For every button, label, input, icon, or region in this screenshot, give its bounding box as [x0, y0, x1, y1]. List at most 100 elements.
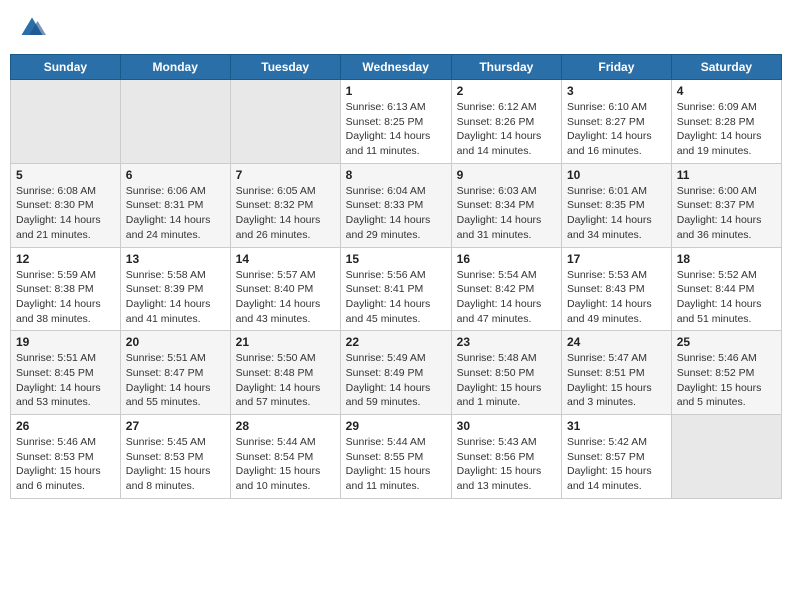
calendar-cell: 26Sunrise: 5:46 AM Sunset: 8:53 PM Dayli…	[11, 415, 121, 499]
day-number: 7	[236, 168, 335, 182]
day-number: 18	[677, 252, 776, 266]
calendar-cell: 7 Sunrise: 6:05 AM Sunset: 8:32 PM Daylig…	[230, 163, 340, 247]
calendar-cell: 31 Sunrise: 5:42 AM Sunset: 8:57 PM Dayli…	[562, 415, 672, 499]
calendar-cell	[230, 80, 340, 164]
day-info: Sunrise: 5:42 AM Sunset: 8:57 PM Dayligh…	[567, 435, 666, 494]
calendar-cell: 19Sunrise: 5:51 AM Sunset: 8:45 PM Dayli…	[11, 331, 121, 415]
day-info: Sunrise: 6:03 AM Sunset: 8:34 PM Dayligh…	[457, 184, 556, 243]
day-number: 16	[457, 252, 556, 266]
day-of-week-header: Saturday	[671, 55, 781, 80]
day-number: 29	[346, 419, 446, 433]
calendar-cell	[120, 80, 230, 164]
calendar-cell: 5 Sunrise: 6:08 AM Sunset: 8:30 PM Daylig…	[11, 163, 121, 247]
day-number: 10	[567, 168, 666, 182]
day-info: Sunrise: 6:06 AM Sunset: 8:31 PM Dayligh…	[126, 184, 225, 243]
calendar-header-row: SundayMondayTuesdayWednesdayThursdayFrid…	[11, 55, 782, 80]
calendar-cell: 14 Sunrise: 5:57 AM Sunset: 8:40 PM Dayli…	[230, 247, 340, 331]
day-info: Sunrise: 5:44 AM Sunset: 8:54 PM Dayligh…	[236, 435, 335, 494]
calendar-cell: 18 Sunrise: 5:52 AM Sunset: 8:44 PM Dayli…	[671, 247, 781, 331]
day-of-week-header: Wednesday	[340, 55, 451, 80]
day-info: Sunrise: 6:01 AM Sunset: 8:35 PM Dayligh…	[567, 184, 666, 243]
calendar-cell: 6 Sunrise: 6:06 AM Sunset: 8:31 PM Daylig…	[120, 163, 230, 247]
calendar-week-row: 26Sunrise: 5:46 AM Sunset: 8:53 PM Dayli…	[11, 415, 782, 499]
day-number: 19	[16, 335, 115, 349]
day-number: 3	[567, 84, 666, 98]
calendar-week-row: 5 Sunrise: 6:08 AM Sunset: 8:30 PM Daylig…	[11, 163, 782, 247]
day-of-week-header: Friday	[562, 55, 672, 80]
day-info: Sunrise: 5:58 AM Sunset: 8:39 PM Dayligh…	[126, 268, 225, 327]
day-number: 8	[346, 168, 446, 182]
calendar-cell	[11, 80, 121, 164]
day-number: 11	[677, 168, 776, 182]
day-number: 22	[346, 335, 446, 349]
calendar-cell: 25Sunrise: 5:46 AM Sunset: 8:52 PM Dayli…	[671, 331, 781, 415]
day-info: Sunrise: 5:48 AM Sunset: 8:50 PM Dayligh…	[457, 351, 556, 410]
calendar-cell: 3 Sunrise: 6:10 AM Sunset: 8:27 PM Daylig…	[562, 80, 672, 164]
calendar-cell: 10 Sunrise: 6:01 AM Sunset: 8:35 PM Dayli…	[562, 163, 672, 247]
day-info: Sunrise: 5:45 AM Sunset: 8:53 PM Dayligh…	[126, 435, 225, 494]
logo-icon	[18, 14, 46, 42]
day-number: 2	[457, 84, 556, 98]
day-info: Sunrise: 5:46 AM Sunset: 8:53 PM Dayligh…	[16, 435, 115, 494]
calendar-table: SundayMondayTuesdayWednesdayThursdayFrid…	[10, 54, 782, 499]
calendar-cell: 23 Sunrise: 5:48 AM Sunset: 8:50 PM Dayli…	[451, 331, 561, 415]
day-info: Sunrise: 5:52 AM Sunset: 8:44 PM Dayligh…	[677, 268, 776, 327]
day-of-week-header: Sunday	[11, 55, 121, 80]
day-of-week-header: Tuesday	[230, 55, 340, 80]
calendar-week-row: 1 Sunrise: 6:13 AM Sunset: 8:25 PM Daylig…	[11, 80, 782, 164]
day-info: Sunrise: 5:59 AM Sunset: 8:38 PM Dayligh…	[16, 268, 115, 327]
day-info: Sunrise: 6:10 AM Sunset: 8:27 PM Dayligh…	[567, 100, 666, 159]
day-number: 4	[677, 84, 776, 98]
day-info: Sunrise: 5:49 AM Sunset: 8:49 PM Dayligh…	[346, 351, 446, 410]
calendar-cell: 27 Sunrise: 5:45 AM Sunset: 8:53 PM Dayli…	[120, 415, 230, 499]
day-number: 9	[457, 168, 556, 182]
day-info: Sunrise: 5:47 AM Sunset: 8:51 PM Dayligh…	[567, 351, 666, 410]
day-info: Sunrise: 5:56 AM Sunset: 8:41 PM Dayligh…	[346, 268, 446, 327]
calendar-cell: 20 Sunrise: 5:51 AM Sunset: 8:47 PM Dayli…	[120, 331, 230, 415]
day-number: 12	[16, 252, 115, 266]
calendar-cell: 16 Sunrise: 5:54 AM Sunset: 8:42 PM Dayli…	[451, 247, 561, 331]
day-number: 14	[236, 252, 335, 266]
day-number: 20	[126, 335, 225, 349]
day-info: Sunrise: 5:54 AM Sunset: 8:42 PM Dayligh…	[457, 268, 556, 327]
day-info: Sunrise: 6:09 AM Sunset: 8:28 PM Dayligh…	[677, 100, 776, 159]
day-number: 23	[457, 335, 556, 349]
day-number: 31	[567, 419, 666, 433]
day-info: Sunrise: 6:08 AM Sunset: 8:30 PM Dayligh…	[16, 184, 115, 243]
calendar-cell: 4 Sunrise: 6:09 AM Sunset: 8:28 PM Daylig…	[671, 80, 781, 164]
day-info: Sunrise: 6:13 AM Sunset: 8:25 PM Dayligh…	[346, 100, 446, 159]
calendar-cell: 30 Sunrise: 5:43 AM Sunset: 8:56 PM Dayli…	[451, 415, 561, 499]
day-number: 25	[677, 335, 776, 349]
calendar-cell: 21Sunrise: 5:50 AM Sunset: 8:48 PM Dayli…	[230, 331, 340, 415]
day-number: 30	[457, 419, 556, 433]
calendar-cell: 8 Sunrise: 6:04 AM Sunset: 8:33 PM Daylig…	[340, 163, 451, 247]
calendar-cell: 9 Sunrise: 6:03 AM Sunset: 8:34 PM Daylig…	[451, 163, 561, 247]
calendar-cell: 13 Sunrise: 5:58 AM Sunset: 8:39 PM Dayli…	[120, 247, 230, 331]
calendar-week-row: 19Sunrise: 5:51 AM Sunset: 8:45 PM Dayli…	[11, 331, 782, 415]
day-number: 1	[346, 84, 446, 98]
day-info: Sunrise: 5:44 AM Sunset: 8:55 PM Dayligh…	[346, 435, 446, 494]
day-number: 27	[126, 419, 225, 433]
calendar-cell: 24Sunrise: 5:47 AM Sunset: 8:51 PM Dayli…	[562, 331, 672, 415]
day-number: 5	[16, 168, 115, 182]
day-info: Sunrise: 5:57 AM Sunset: 8:40 PM Dayligh…	[236, 268, 335, 327]
day-info: Sunrise: 5:53 AM Sunset: 8:43 PM Dayligh…	[567, 268, 666, 327]
day-number: 15	[346, 252, 446, 266]
day-of-week-header: Thursday	[451, 55, 561, 80]
calendar-cell: 12 Sunrise: 5:59 AM Sunset: 8:38 PM Dayli…	[11, 247, 121, 331]
day-info: Sunrise: 6:05 AM Sunset: 8:32 PM Dayligh…	[236, 184, 335, 243]
day-info: Sunrise: 5:51 AM Sunset: 8:47 PM Dayligh…	[126, 351, 225, 410]
page-header	[10, 10, 782, 46]
calendar-cell	[671, 415, 781, 499]
day-number: 6	[126, 168, 225, 182]
day-info: Sunrise: 6:04 AM Sunset: 8:33 PM Dayligh…	[346, 184, 446, 243]
day-of-week-header: Monday	[120, 55, 230, 80]
calendar-cell: 1 Sunrise: 6:13 AM Sunset: 8:25 PM Daylig…	[340, 80, 451, 164]
day-number: 17	[567, 252, 666, 266]
calendar-week-row: 12 Sunrise: 5:59 AM Sunset: 8:38 PM Dayli…	[11, 247, 782, 331]
calendar-cell: 11Sunrise: 6:00 AM Sunset: 8:37 PM Dayli…	[671, 163, 781, 247]
calendar-cell: 15 Sunrise: 5:56 AM Sunset: 8:41 PM Dayli…	[340, 247, 451, 331]
calendar-cell: 22 Sunrise: 5:49 AM Sunset: 8:49 PM Dayli…	[340, 331, 451, 415]
day-info: Sunrise: 5:43 AM Sunset: 8:56 PM Dayligh…	[457, 435, 556, 494]
day-number: 13	[126, 252, 225, 266]
